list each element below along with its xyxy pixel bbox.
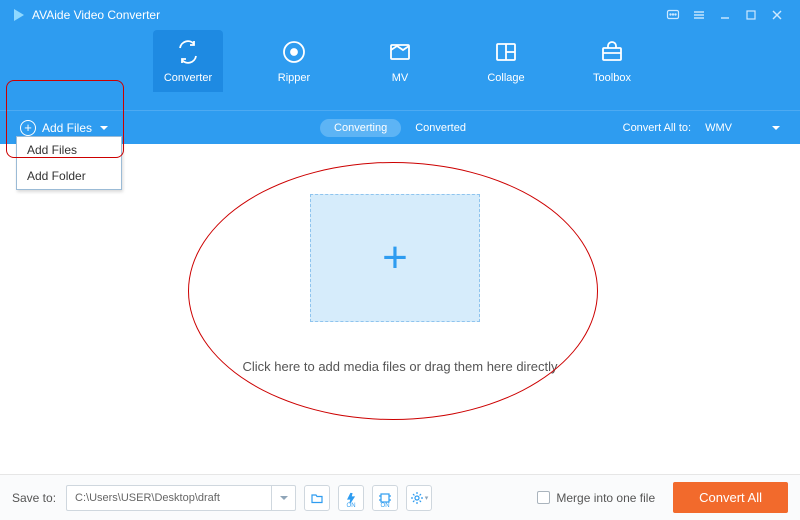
save-to-label: Save to: bbox=[12, 491, 56, 505]
ripper-icon bbox=[280, 36, 308, 68]
nav-label: Converter bbox=[164, 72, 212, 84]
app-logo-icon bbox=[12, 8, 26, 22]
app-title: AVAide Video Converter bbox=[32, 8, 160, 22]
collage-icon bbox=[492, 36, 520, 68]
header: AVAide Video Converter Converter Ripper … bbox=[0, 0, 800, 110]
dropdown-add-files[interactable]: Add Files bbox=[17, 137, 121, 163]
format-select[interactable]: WMV bbox=[699, 120, 786, 136]
convert-all-button[interactable]: Convert All bbox=[673, 482, 788, 513]
gpu-accel-button[interactable]: ON bbox=[372, 485, 398, 511]
convert-all-format: Convert All to: WMV bbox=[623, 120, 786, 136]
save-path-select[interactable]: C:\Users\USER\Desktop\draft bbox=[66, 485, 296, 511]
nav-label: Ripper bbox=[278, 72, 310, 84]
toolbox-icon bbox=[598, 36, 626, 68]
format-value: WMV bbox=[705, 122, 732, 134]
nav-collage[interactable]: Collage bbox=[471, 30, 541, 92]
plus-icon: + bbox=[382, 236, 408, 280]
plus-circle-icon: + bbox=[20, 120, 36, 136]
nav-mv[interactable]: MV bbox=[365, 30, 435, 92]
titlebar: AVAide Video Converter bbox=[0, 0, 800, 30]
caret-down-icon bbox=[772, 126, 780, 130]
tab-converted[interactable]: Converted bbox=[401, 119, 480, 137]
settings-button[interactable]: ▾ bbox=[406, 485, 432, 511]
merge-label: Merge into one file bbox=[556, 491, 655, 505]
tab-converting[interactable]: Converting bbox=[320, 119, 401, 137]
feedback-icon[interactable] bbox=[662, 4, 684, 26]
main-nav: Converter Ripper MV Collage Toolbox bbox=[0, 30, 800, 92]
converter-icon bbox=[174, 36, 202, 68]
maximize-icon[interactable] bbox=[740, 4, 762, 26]
caret-down-icon bbox=[271, 486, 295, 510]
close-icon[interactable] bbox=[766, 4, 788, 26]
bottombar: Save to: C:\Users\USER\Desktop\draft ON … bbox=[0, 474, 800, 520]
menu-icon[interactable] bbox=[688, 4, 710, 26]
add-files-dropdown: Add Files Add Folder bbox=[16, 136, 122, 190]
caret-down-icon bbox=[100, 126, 108, 130]
status-tabs: Converting Converted bbox=[320, 119, 480, 137]
checkbox-icon bbox=[537, 491, 550, 504]
main-area: + Click here to add media files or drag … bbox=[0, 144, 800, 474]
minimize-icon[interactable] bbox=[714, 4, 736, 26]
nav-label: MV bbox=[392, 72, 409, 84]
nav-toolbox[interactable]: Toolbox bbox=[577, 30, 647, 92]
nav-label: Toolbox bbox=[593, 72, 631, 84]
nav-label: Collage bbox=[487, 72, 524, 84]
save-path-text: C:\Users\USER\Desktop\draft bbox=[67, 492, 271, 504]
high-speed-button[interactable]: ON bbox=[338, 485, 364, 511]
mv-icon bbox=[386, 36, 414, 68]
dropdown-add-folder[interactable]: Add Folder bbox=[17, 163, 121, 189]
dropzone-hint: Click here to add media files or drag th… bbox=[0, 359, 800, 374]
convert-all-label: Convert All to: bbox=[623, 122, 691, 134]
open-folder-button[interactable] bbox=[304, 485, 330, 511]
nav-ripper[interactable]: Ripper bbox=[259, 30, 329, 92]
merge-checkbox[interactable]: Merge into one file bbox=[537, 491, 655, 505]
dropzone[interactable]: + bbox=[310, 194, 480, 322]
nav-converter[interactable]: Converter bbox=[153, 30, 223, 92]
add-files-label: Add Files bbox=[42, 121, 92, 135]
